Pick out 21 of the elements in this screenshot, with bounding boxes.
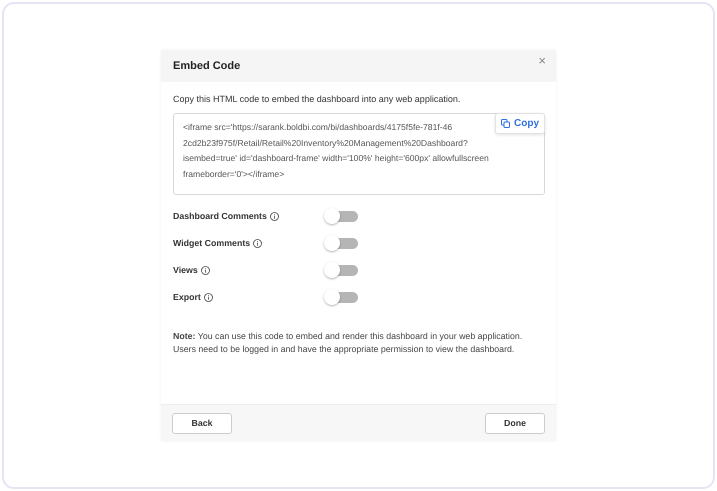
- copy-button[interactable]: Copy: [495, 113, 545, 134]
- instruction-text: Copy this HTML code to embed the dashboard into any web application.: [173, 94, 462, 104]
- dialog-button[interactable]: Done: [485, 412, 545, 434]
- option-label: Views: [173, 265, 198, 275]
- option-label: Dashboard Comments: [173, 211, 267, 221]
- info-icon: [204, 292, 213, 302]
- toggle-switch[interactable]: [324, 262, 358, 278]
- option-label: Widget Comments: [173, 238, 250, 248]
- info-icon: [270, 212, 279, 220]
- dialog-button[interactable]: Back: [172, 412, 232, 434]
- code-text: <iframe src='https://sarank.boldbi.com/bi/dashboards/4175f5fe-781f-46 2cd2b23f975f/Retail/Retail%20Inventory%20Management%20Dashboard? isembed=true' id='dashboard-frame' width='100%' height='600px' allowfullscreen frameborder='0'></iframe>: [183, 121, 489, 180]
- code-box[interactable]: [173, 113, 545, 195]
- info-icon: [253, 238, 262, 248]
- dialog-title: Embed Code: [173, 60, 240, 72]
- toggle-switch[interactable]: [324, 289, 358, 305]
- toggle-switch[interactable]: [324, 208, 358, 224]
- info-icon: [200, 266, 210, 274]
- note-text: Note: You can use this code to embed and render this dashboard in your web application. Users need to be logged in and have the appropriate permission to view the dashboard.: [173, 330, 524, 356]
- toggle-switch[interactable]: [324, 235, 358, 251]
- option-label: Export: [173, 292, 201, 302]
- copy-icon: [501, 119, 510, 128]
